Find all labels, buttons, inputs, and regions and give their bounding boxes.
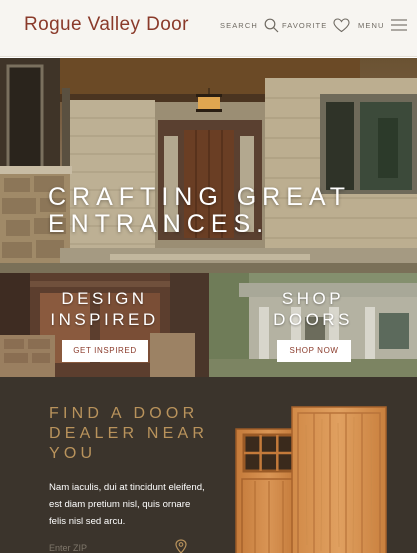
find-dealer-section: FIND A DOOR DEALER NEAR YOU Nam iaculis,… xyxy=(0,377,417,553)
find-dealer-description-line-2: est diam pretium nisl, quis ornare xyxy=(49,499,191,510)
search-button[interactable]: SEARCH xyxy=(220,18,279,33)
find-dealer-title-line-3: YOU xyxy=(49,445,97,462)
hero-title: CRAFTING GREAT ENTRANCES. xyxy=(48,184,351,238)
menu-button[interactable]: MENU xyxy=(358,18,408,32)
search-icon xyxy=(264,18,279,33)
find-dealer-description: Nam iaculis, dui at tincidunt eleifend, … xyxy=(49,479,229,530)
shop-doors-panel[interactable]: SHOP DOORS SHOP NOW xyxy=(209,273,417,377)
shop-now-button[interactable]: SHOP NOW xyxy=(277,340,351,362)
search-label: SEARCH xyxy=(220,21,258,30)
hero-house-illustration xyxy=(0,58,417,273)
site-header: Rogue Valley Door SEARCH FAVORITE MENU xyxy=(0,0,417,57)
wood-doors-illustration xyxy=(235,406,387,553)
hamburger-icon xyxy=(391,19,408,31)
design-inspired-title: DESIGN INSPIRED xyxy=(0,288,209,330)
hero-banner: CRAFTING GREAT ENTRANCES. xyxy=(0,58,417,273)
location-pin-icon[interactable] xyxy=(175,539,187,553)
hero-title-line-1: CRAFTING GREAT xyxy=(48,183,351,211)
design-inspired-panel[interactable]: DESIGN INSPIRED GET INSPIRED xyxy=(0,273,209,377)
shop-doors-title-line-2: DOORS xyxy=(273,310,353,329)
menu-label: MENU xyxy=(358,20,385,30)
shop-doors-title: SHOP DOORS xyxy=(209,288,417,330)
get-inspired-button[interactable]: GET INSPIRED xyxy=(62,340,148,362)
shop-doors-title-line-1: SHOP xyxy=(281,289,345,308)
site-logo[interactable]: Rogue Valley Door xyxy=(24,14,189,36)
design-inspired-title-line-2: INSPIRED xyxy=(50,310,159,329)
find-dealer-title-line-1: FIND A DOOR xyxy=(49,405,199,422)
zip-input[interactable] xyxy=(49,540,189,553)
find-dealer-title: FIND A DOOR DEALER NEAR YOU xyxy=(49,404,208,464)
hero-title-line-2: ENTRANCES. xyxy=(48,210,270,238)
favorite-button[interactable]: FAVORITE xyxy=(282,18,350,33)
heart-icon xyxy=(333,18,350,33)
find-dealer-title-line-2: DEALER NEAR xyxy=(49,425,209,442)
design-inspired-title-line-1: DESIGN xyxy=(61,289,148,308)
find-dealer-description-line-3: felis nisl sed arcu. xyxy=(49,516,126,527)
find-dealer-description-line-1: Nam iaculis, dui at tincidunt eleifend, xyxy=(49,482,205,493)
favorite-label: FAVORITE xyxy=(282,21,328,30)
